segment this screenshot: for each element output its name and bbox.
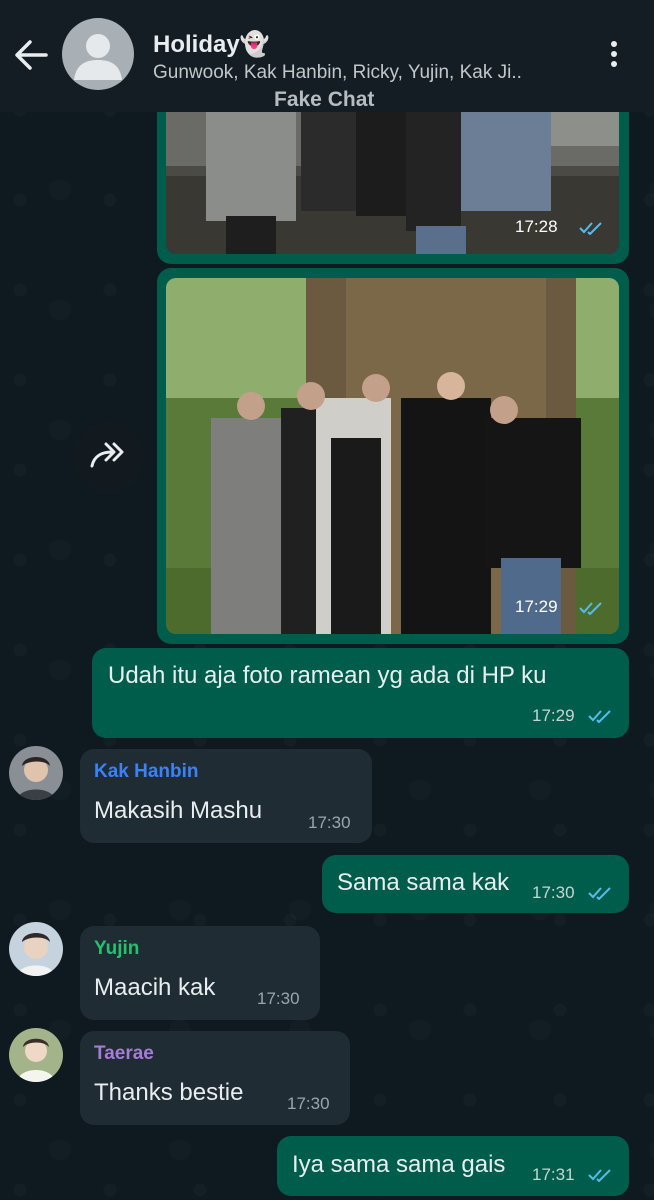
message-text: Thanks bestie	[94, 1079, 244, 1106]
watermark-text: Fake Chat	[274, 88, 375, 111]
message-time: 17:29	[532, 706, 575, 725]
sender-name[interactable]: Kak Hanbin	[94, 761, 199, 783]
sender-name[interactable]: Taerae	[94, 1043, 154, 1065]
read-receipt-icon	[588, 1169, 611, 1182]
outgoing-message[interactable]: Udah itu aja foto ramean yg ada di HP ku…	[92, 648, 629, 738]
message-time: 17:29	[515, 597, 558, 616]
back-arrow-icon[interactable]	[12, 38, 50, 72]
read-receipt-icon	[579, 222, 602, 235]
group-members[interactable]: Gunwook, Kak Hanbin, Ricky, Yujin, Kak J…	[153, 62, 522, 84]
incoming-message[interactable]: Taerae Thanks bestie 17:30	[80, 1031, 350, 1125]
forward-button[interactable]	[74, 422, 144, 492]
message-time: 17:30	[308, 813, 351, 832]
message-text: Sama sama kak	[337, 869, 510, 896]
message-text: Udah itu aja foto ramean yg ada di HP ku	[108, 662, 547, 689]
image-message[interactable]: 17:28	[157, 96, 629, 264]
message-time: 17:30	[532, 883, 575, 902]
chat-header: Holiday👻 Gunwook, Kak Hanbin, Ricky, Yuj…	[0, 0, 654, 112]
incoming-message[interactable]: Kak Hanbin Makasih Mashu 17:30	[80, 749, 372, 843]
incoming-message[interactable]: Yujin Maacih kak 17:30	[80, 926, 320, 1020]
message-text: Maacih kak	[94, 974, 216, 1001]
image-message[interactable]: 17:29	[157, 268, 629, 644]
read-receipt-icon	[579, 602, 602, 615]
message-time: 17:31	[532, 1165, 575, 1184]
outgoing-message[interactable]: Iya sama sama gais 17:31	[277, 1136, 629, 1196]
read-receipt-icon	[588, 887, 611, 900]
group-photo-image[interactable]	[166, 278, 619, 634]
sender-avatar[interactable]	[9, 922, 63, 976]
group-avatar[interactable]	[62, 18, 134, 90]
sender-name[interactable]: Yujin	[94, 938, 139, 960]
more-options-icon[interactable]	[604, 38, 624, 74]
read-receipt-icon	[588, 710, 611, 723]
message-time: 17:28	[515, 217, 558, 236]
message-text: Iya sama sama gais	[292, 1151, 506, 1178]
message-time: 17:30	[257, 989, 300, 1008]
forward-icon	[90, 442, 124, 468]
outgoing-message[interactable]: Sama sama kak 17:30	[322, 855, 629, 913]
group-title[interactable]: Holiday👻	[153, 30, 270, 59]
message-text: Makasih Mashu	[94, 797, 263, 824]
message-time: 17:30	[287, 1094, 330, 1113]
sender-avatar[interactable]	[9, 746, 63, 800]
sender-avatar[interactable]	[9, 1028, 63, 1082]
